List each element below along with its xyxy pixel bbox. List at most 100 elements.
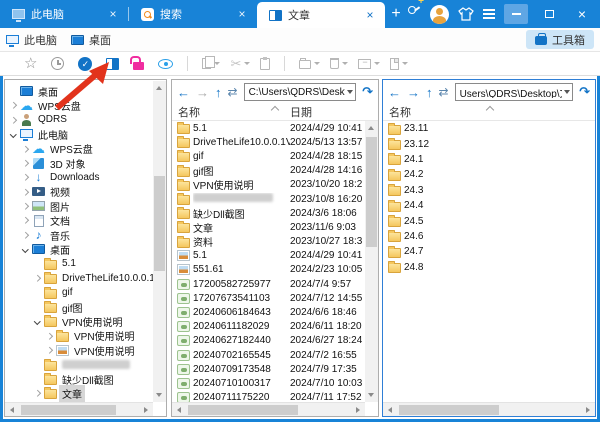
close-icon[interactable]: × — [235, 7, 249, 21]
lock-open-icon[interactable] — [133, 57, 144, 70]
file-row[interactable]: 资料2023/10/27 18:3 — [172, 235, 365, 249]
expander-chevron-icon[interactable] — [21, 190, 30, 195]
chevron-down-icon[interactable] — [564, 90, 570, 94]
scroll-left-arrow-icon[interactable] — [177, 407, 181, 413]
scrollbar-thumb[interactable] — [188, 405, 298, 415]
refresh-icon[interactable]: ⇄ — [439, 85, 449, 99]
file-row[interactable]: 24.7 — [383, 244, 595, 259]
back-icon[interactable]: ← — [177, 86, 190, 99]
expander-chevron-icon[interactable] — [21, 247, 30, 252]
expander-chevron-icon[interactable] — [21, 204, 30, 209]
file-row[interactable]: 文章2023/11/6 9:03 — [172, 220, 365, 234]
path-combobox[interactable] — [455, 83, 574, 101]
tree-horizontal-scrollbar[interactable] — [5, 402, 153, 416]
rename-icon[interactable] — [358, 59, 380, 69]
close-icon[interactable]: × — [106, 7, 120, 21]
chevron-down-icon[interactable] — [347, 90, 353, 94]
expander-chevron-icon[interactable] — [21, 161, 30, 166]
tree-item[interactable]: DriveTheLife10.0.0.1 — [5, 271, 153, 285]
tab-search[interactable]: 搜索 × — [129, 0, 257, 28]
desktop-button[interactable]: 桌面 — [71, 32, 111, 48]
chevron-down-icon[interactable] — [244, 62, 250, 65]
file-row[interactable]: DriveTheLife10.0.0.1V172024/5/13 13:57 — [172, 135, 365, 149]
file-row[interactable]: 202406111820292024/6/11 18:20 — [172, 320, 365, 334]
tree-vertical-scrollbar[interactable] — [153, 81, 166, 402]
scrollbar-thumb[interactable] — [154, 176, 165, 271]
file-row[interactable]: 23.11 — [383, 121, 595, 136]
file-row[interactable]: gif图2024/4/28 14:16 — [172, 164, 365, 178]
path-combobox[interactable] — [244, 83, 357, 101]
file-row[interactable]: 23.12 — [383, 136, 595, 151]
file-row[interactable]: 24.5 — [383, 213, 595, 228]
path-input[interactable] — [460, 87, 563, 98]
file-row[interactable]: 24.1 — [383, 152, 595, 167]
cut-icon[interactable]: ✂ — [230, 57, 250, 70]
expander-chevron-icon[interactable] — [45, 348, 54, 353]
forward-icon[interactable]: → — [407, 86, 420, 99]
scrollbar-thumb[interactable] — [399, 405, 499, 415]
file-row[interactable]: 202407091735482024/7/9 17:35 — [172, 362, 365, 376]
chevron-down-icon[interactable] — [314, 62, 320, 65]
tree-item[interactable]: 5.1 — [5, 257, 153, 271]
expander-chevron-icon[interactable] — [33, 319, 42, 324]
expander-chevron-icon[interactable] — [33, 391, 42, 396]
toolbox-button[interactable]: 工具箱 — [526, 30, 594, 49]
tree-item[interactable]: ☁WPS云盘 — [5, 98, 153, 112]
file-row[interactable]: 202406061846432024/6/6 18:46 — [172, 305, 365, 319]
favorite-star-icon[interactable]: ☆ — [24, 57, 37, 71]
file-row[interactable]: gif2024/4/28 18:15 — [172, 149, 365, 163]
file-row[interactable]: 24.6 — [383, 229, 595, 244]
scroll-left-arrow-icon[interactable] — [388, 407, 392, 413]
close-window-button[interactable]: × — [570, 4, 594, 24]
scroll-right-arrow-icon[interactable] — [356, 407, 360, 413]
maximize-button[interactable] — [537, 4, 561, 24]
scroll-up-arrow-icon[interactable] — [156, 86, 162, 90]
expander-chevron-icon[interactable] — [21, 218, 30, 223]
file-row[interactable]: 551.612024/2/23 10:05 — [172, 263, 365, 277]
scrollbar-thumb[interactable] — [21, 405, 116, 415]
tree-item[interactable]: ↓Downloads — [5, 170, 153, 184]
scroll-up-arrow-icon[interactable] — [368, 126, 374, 130]
expander-chevron-icon[interactable] — [21, 233, 30, 238]
tree-item[interactable]: 图片 — [5, 199, 153, 213]
file-row[interactable]: 24.8 — [383, 260, 595, 275]
path-input[interactable] — [249, 87, 346, 98]
tree-item[interactable]: QDRS — [5, 113, 153, 127]
close-icon[interactable]: × — [363, 8, 377, 22]
delete-icon[interactable] — [330, 58, 348, 69]
tree-item[interactable]: 视频 — [5, 185, 153, 199]
file-row[interactable]: 5.12024/4/29 10:41 — [172, 249, 365, 263]
chevron-down-icon[interactable] — [402, 62, 408, 65]
quick-access-check-icon[interactable]: ✓ — [78, 57, 92, 71]
tab-this-pc[interactable]: 此电脑 × — [0, 0, 128, 28]
back-icon[interactable]: ← — [388, 86, 401, 99]
paste-icon[interactable] — [260, 58, 270, 70]
file-row[interactable]: 缺少Dll截图2024/3/6 18:06 — [172, 206, 365, 220]
expander-chevron-icon[interactable] — [9, 132, 18, 137]
tree-item[interactable]: ♪音乐 — [5, 228, 153, 242]
tree-item[interactable]: 3D 对象 — [5, 156, 153, 170]
file-row[interactable]: 5.12024/4/29 10:41 — [172, 121, 365, 135]
expander-chevron-icon[interactable] — [9, 103, 18, 108]
scroll-down-arrow-icon[interactable] — [156, 393, 162, 397]
list-vertical-scrollbar[interactable] — [365, 121, 378, 402]
chevron-down-icon[interactable] — [342, 62, 348, 65]
up-icon[interactable]: ↑ — [426, 86, 433, 99]
scrollbar-thumb[interactable] — [366, 137, 377, 247]
file-row[interactable]: 202407101003172024/7/10 10:03 — [172, 376, 365, 390]
split-view-icon[interactable] — [106, 58, 119, 70]
file-row[interactable]: 172005827259772024/7/4 9:57 — [172, 277, 365, 291]
file-row[interactable]: 24.4 — [383, 198, 595, 213]
preview-eye-icon[interactable] — [158, 59, 173, 69]
file-row[interactable]: 24.2 — [383, 167, 595, 182]
new-tab-button[interactable]: + — [385, 5, 407, 23]
expander-chevron-icon[interactable] — [21, 147, 30, 152]
list-horizontal-scrollbar[interactable] — [172, 402, 365, 416]
file-row[interactable]: 202407111752202024/7/11 17:52 — [172, 391, 365, 402]
scroll-down-arrow-icon[interactable] — [368, 393, 374, 397]
file-row[interactable]: 202406271824402024/6/27 18:24 — [172, 334, 365, 348]
menu-icon[interactable] — [483, 7, 495, 21]
file-row[interactable]: VPN使用说明2023/10/20 18:2 — [172, 178, 365, 192]
expander-chevron-icon[interactable] — [33, 276, 42, 281]
file-row[interactable]: 2023/10/8 16:20 — [172, 192, 365, 206]
